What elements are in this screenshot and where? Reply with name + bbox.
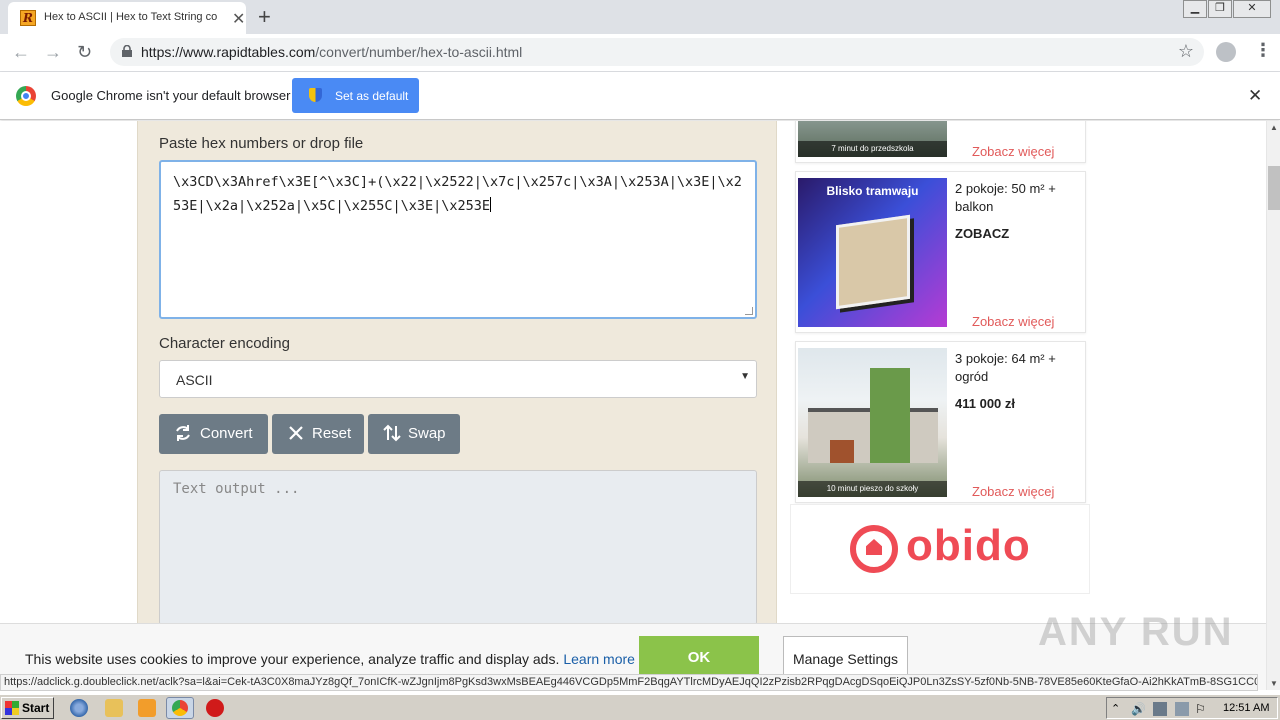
- flag-icon[interactable]: ⚐: [1195, 702, 1209, 716]
- ad-description: 3 pokoje: 64 m² + ogród: [955, 351, 1056, 384]
- forward-icon[interactable]: →: [44, 42, 62, 63]
- ad-listing-3[interactable]: 10 minut pieszo do szkoły 3 pokoje: 64 m…: [795, 341, 1086, 503]
- ad-see-more-link[interactable]: Zobacz więcej: [972, 484, 1054, 499]
- swap-button[interactable]: Swap: [368, 414, 460, 454]
- windows-taskbar: Start ⌃ 🔊 ⚐ 12:51 AM: [0, 694, 1280, 720]
- encoding-selected-value: ASCII: [176, 372, 213, 388]
- ad-listing-2[interactable]: Blisko tramwaju 2 pokoje: 50 m² + balkon…: [795, 171, 1086, 333]
- display-icon[interactable]: [1175, 702, 1189, 716]
- tab-close-icon[interactable]: ✕: [232, 9, 245, 29]
- text-caret: [489, 197, 491, 212]
- bookmark-star-icon[interactable]: ☆: [1178, 41, 1194, 62]
- start-label: Start: [22, 701, 50, 715]
- windows-flag-icon: [5, 701, 19, 715]
- site-favicon-icon: R: [20, 10, 36, 26]
- status-bar-url: https://adclick.g.doubleclick.net/aclk?s…: [0, 674, 1258, 691]
- system-clock: 12:51 AM: [1223, 702, 1270, 714]
- start-button[interactable]: Start: [1, 697, 54, 719]
- reset-button[interactable]: Reset: [272, 414, 364, 454]
- convert-label: Convert: [200, 425, 253, 442]
- set-as-default-label: Set as default: [335, 89, 409, 103]
- uac-shield-icon: [309, 88, 322, 102]
- scroll-down-icon[interactable]: ▼: [1270, 679, 1278, 688]
- chrome-logo-icon: [16, 86, 36, 106]
- output-placeholder: Text output ...: [173, 481, 300, 497]
- tab-title: Hex to ASCII | Hex to Text String co: [44, 11, 218, 23]
- anyrun-watermark: ANY RUN: [1038, 610, 1234, 654]
- ad-image-townhouses: 10 minut pieszo do szkoły: [798, 348, 947, 497]
- ad-cta-text: ZOBACZ: [955, 226, 1010, 241]
- back-icon[interactable]: ←: [12, 42, 30, 63]
- address-bar[interactable]: https://www.rapidtables.com/convert/numb…: [110, 38, 1204, 66]
- obido-house-icon: [850, 525, 898, 573]
- resize-grip-icon[interactable]: [745, 307, 753, 315]
- greenery-graphic: [870, 368, 910, 463]
- window-close-icon[interactable]: ✕: [1233, 0, 1271, 18]
- encoding-select[interactable]: ASCII ▼: [159, 360, 757, 398]
- ad-image-caption: 10 minut pieszo do szkoły: [798, 481, 947, 497]
- folder-icon[interactable]: [105, 699, 123, 717]
- scrollbar-thumb[interactable]: [1268, 166, 1280, 210]
- swap-arrows-icon: [383, 424, 401, 442]
- ad-banner-text: Blisko tramwaju: [826, 184, 919, 198]
- encoding-label: Character encoding: [159, 335, 290, 352]
- default-browser-infobar: Google Chrome isn't your default browser…: [0, 72, 1280, 120]
- dropdown-arrow-icon: ▼: [740, 371, 750, 382]
- ad-image-floorplan: Blisko tramwaju: [798, 178, 947, 327]
- system-tray: ⌃ 🔊 ⚐ 12:51 AM: [1106, 697, 1278, 719]
- tab-strip: R Hex to ASCII | Hex to Text String co ✕…: [0, 0, 1280, 34]
- obido-logo-banner[interactable]: obido: [790, 504, 1090, 594]
- alert-app-icon[interactable]: [206, 699, 224, 717]
- infobar-message: Google Chrome isn't your default browser: [51, 88, 291, 103]
- garage-door-graphic: [830, 440, 854, 463]
- minimize-icon[interactable]: ▁: [1183, 0, 1207, 18]
- chrome-taskbar-button[interactable]: [166, 697, 194, 719]
- hex-input-value: \x3CD\x3Ahref\x3E[^\x3C]+(\x22|\x2522|\x…: [173, 174, 742, 214]
- convert-button[interactable]: Convert: [159, 414, 268, 454]
- floorplan-graphic: [836, 214, 910, 310]
- obido-wordmark: obido: [906, 521, 1031, 570]
- browser-tab[interactable]: R Hex to ASCII | Hex to Text String co ✕: [8, 2, 246, 34]
- lock-icon: [122, 45, 132, 57]
- volume-icon[interactable]: 🔊: [1131, 702, 1146, 716]
- internet-explorer-icon[interactable]: [70, 699, 88, 717]
- converter-panel: Paste hex numbers or drop file \x3CD\x3A…: [137, 121, 777, 674]
- hex-input-textarea[interactable]: \x3CD\x3Ahref\x3E[^\x3C]+(\x22|\x2522|\x…: [159, 160, 757, 319]
- profile-avatar-icon[interactable]: [1216, 42, 1236, 62]
- page-content: Paste hex numbers or drop file \x3CD\x3A…: [0, 121, 1266, 674]
- ad-description: 2 pokoje: 50 m² + balkon: [955, 181, 1056, 214]
- ad-listing-1[interactable]: 7 minut do przedszkola Zobacz więcej: [795, 121, 1086, 163]
- cookie-message: This website uses cookies to improve you…: [25, 651, 635, 667]
- infobar-close-icon[interactable]: ✕: [1248, 86, 1262, 106]
- scroll-up-icon[interactable]: ▲: [1270, 123, 1278, 132]
- reset-x-icon: [289, 426, 303, 440]
- chrome-taskbar-icon: [172, 700, 188, 716]
- ad-see-more-link[interactable]: Zobacz więcej: [972, 314, 1054, 329]
- hex-input-label: Paste hex numbers or drop file: [159, 135, 364, 152]
- swap-label: Swap: [408, 425, 446, 442]
- new-tab-icon[interactable]: +: [258, 4, 271, 30]
- text-output-textarea[interactable]: Text output ...: [159, 470, 757, 625]
- restore-icon[interactable]: ❐: [1208, 0, 1232, 18]
- network-icon[interactable]: [1153, 702, 1167, 716]
- ad-see-more-link[interactable]: Zobacz więcej: [972, 144, 1054, 159]
- url-text: https://www.rapidtables.com/convert/numb…: [141, 44, 523, 60]
- reload-icon[interactable]: ↻: [77, 42, 92, 63]
- learn-more-link[interactable]: Learn more: [563, 651, 635, 667]
- ad-image-caption: 7 minut do przedszkola: [798, 141, 947, 157]
- media-player-icon[interactable]: [138, 699, 156, 717]
- tray-expand-icon[interactable]: ⌃: [1111, 702, 1125, 716]
- menu-kebab-icon[interactable]: ⋮: [1254, 40, 1272, 61]
- ad-price: 411 000 zł: [955, 396, 1015, 411]
- browser-toolbar: ← → ↻ https://www.rapidtables.com/conver…: [0, 34, 1280, 72]
- page-scrollbar[interactable]: ▲ ▼: [1266, 121, 1280, 690]
- ad-image-building: 7 minut do przedszkola: [798, 121, 947, 157]
- set-as-default-button[interactable]: Set as default: [292, 78, 419, 113]
- convert-refresh-icon: [176, 425, 190, 441]
- reset-label: Reset: [312, 425, 352, 442]
